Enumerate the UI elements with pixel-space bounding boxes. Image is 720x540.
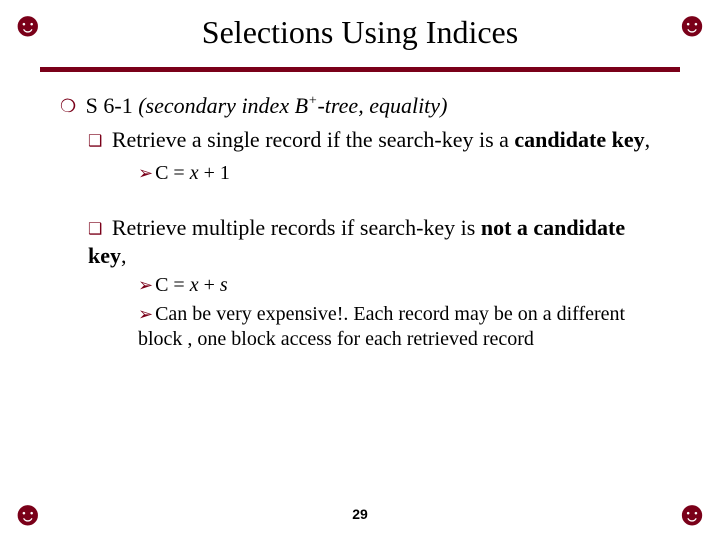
slide-title: Selections Using Indices: [0, 0, 720, 51]
cost2-pre: C =: [155, 274, 190, 296]
sub2-lead: Retrieve: [112, 215, 187, 240]
bullet-sub-2: ❑ Retrieve multiple records if search-ke…: [88, 214, 660, 269]
cost1-var: x: [190, 162, 199, 184]
cost1-pre: C =: [155, 162, 190, 184]
square-bullet-icon: ❑: [88, 133, 102, 150]
page-number: 29: [0, 506, 720, 522]
arrow-bullet-icon: ➢: [138, 275, 153, 295]
sub2-mid: multiple records if search-key is: [186, 215, 480, 240]
sub1-mid: a single record if the search-key is a: [186, 127, 514, 152]
sub1-bold: candidate key: [514, 127, 644, 152]
cost2-var2: s: [220, 274, 228, 296]
bullet-main: ❍ S 6-1 (secondary index B+-tree, equali…: [60, 92, 660, 120]
main-label: S 6-1: [86, 93, 133, 118]
main-desc-post: -tree, equality): [317, 93, 447, 118]
slide-body: ❍ S 6-1 (secondary index B + -tree, equali…: [0, 72, 720, 352]
cost1-post: + 1: [199, 162, 230, 184]
square-bullet-icon: ❑: [88, 221, 102, 238]
bullet-note: ➢Can be very expensive!. Each record may…: [138, 302, 660, 352]
disc-bullet-icon: ❍: [60, 96, 76, 116]
decorative-corner-tr: ☻: [674, 6, 710, 45]
sub1-tail: ,: [645, 127, 651, 152]
sub1-lead: Retrieve: [112, 127, 187, 152]
cost2-var1: x: [190, 274, 199, 296]
bullet-cost-2: ➢C = x + s: [138, 273, 660, 298]
arrow-bullet-icon: ➢: [138, 304, 153, 324]
main-desc-pre: (secondary index B: [138, 93, 308, 118]
sub2-tail: ,: [121, 243, 127, 268]
bullet-cost-1: ➢C = x + 1: [138, 161, 660, 186]
decorative-corner-tl: ☻: [10, 6, 46, 45]
arrow-bullet-icon: ➢: [138, 163, 153, 183]
note-text: Can be very expensive!. Each record may …: [138, 303, 625, 350]
bullet-sub-1: ❑ Retrieve a single record if the search…: [88, 126, 660, 154]
cost2-mid: +: [199, 274, 220, 296]
